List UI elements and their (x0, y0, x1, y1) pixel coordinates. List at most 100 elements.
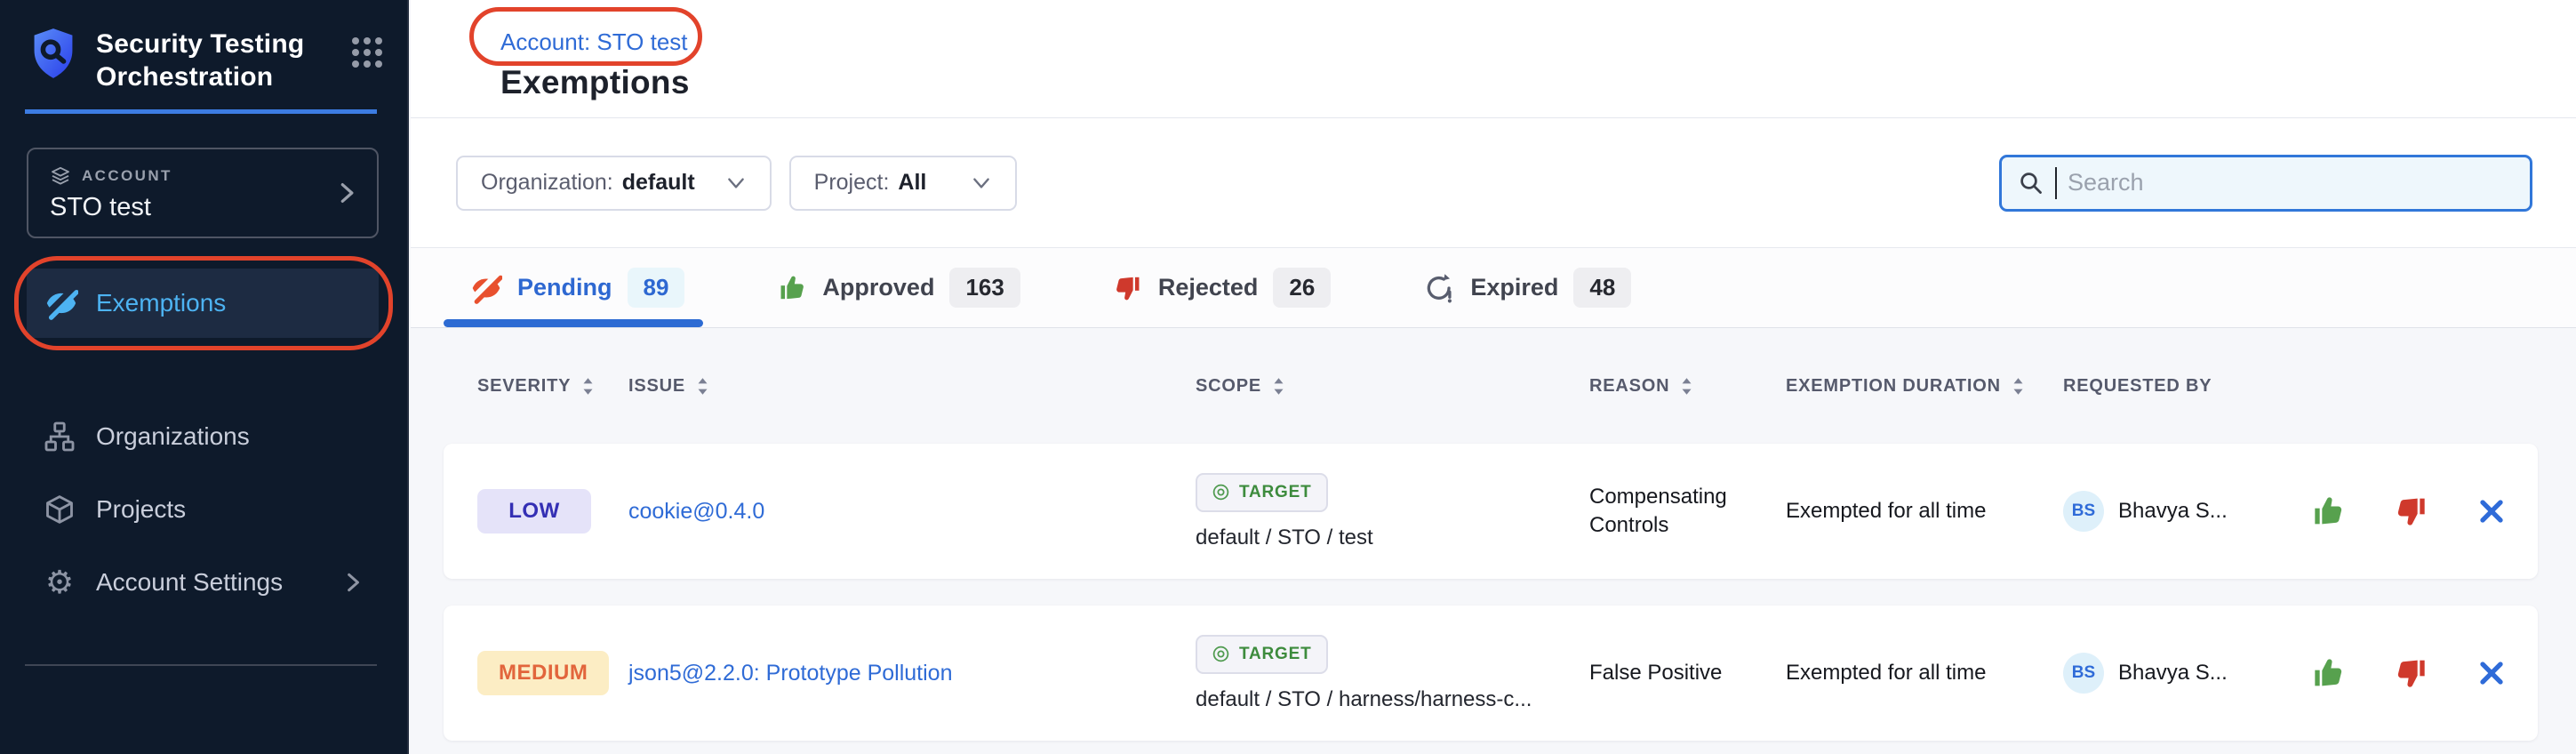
duration-text: Exempted for all time (1786, 661, 2063, 686)
layers-icon (50, 165, 71, 187)
column-header-exemption-duration: EXEMPTION DURATION (1786, 376, 2063, 397)
requested-by-cell: BS Bhavya S... (2063, 491, 2298, 532)
organization-filter-dropdown[interactable]: Organization: default (456, 156, 772, 211)
sidebar-divider (25, 664, 377, 666)
sidebar: Security Testing Orchestration ACCOUNT S… (0, 0, 409, 754)
exemptions-page: { "app": { "title": "Security Testing Or… (0, 0, 2576, 754)
chevron-right-icon[interactable] (334, 180, 359, 205)
app-switcher-grid-icon[interactable] (352, 37, 382, 68)
table-header-row: SEVERITY ISSUE SCOPE REASON EXEMPTION DU… (444, 355, 2538, 417)
reason-text: False Positive (1589, 659, 1785, 687)
sidebar-accent-bar (25, 109, 377, 114)
eye-off-icon (44, 286, 78, 320)
breadcrumb-account-link[interactable]: Account: STO test (500, 28, 688, 56)
search-box[interactable] (1999, 155, 2532, 212)
tab-label: Approved (822, 274, 934, 301)
app-title: Security Testing Orchestration (96, 27, 332, 93)
chevron-down-icon (725, 172, 747, 194)
filter-bar: Organization: default Project: All (411, 118, 2576, 248)
gear-icon: ⚙ (43, 566, 76, 598)
tab-pending[interactable]: Pending 89 (470, 268, 684, 308)
reject-thumb-down-icon[interactable] (2394, 655, 2429, 691)
cube-icon (43, 493, 76, 525)
table-row[interactable]: MEDIUM json5@2.2.0: Prototype Pollution … (444, 606, 2538, 741)
target-icon (1212, 483, 1230, 501)
avatar: BS (2063, 491, 2104, 532)
severity-badge: LOW (477, 489, 591, 533)
target-badge: TARGET (1196, 635, 1328, 674)
sort-icon[interactable] (2012, 378, 2024, 395)
table-row[interactable]: LOW cookie@0.4.0 TARGET default / STO / … (444, 444, 2538, 579)
row-actions (2298, 493, 2506, 529)
active-tab-underline (444, 319, 703, 327)
project-filter-label: Project: (814, 170, 890, 196)
requester-name: Bhavya S... (2118, 499, 2228, 524)
row-actions (2298, 655, 2506, 691)
approve-thumb-up-icon[interactable] (2310, 655, 2346, 691)
requester-name: Bhavya S... (2118, 661, 2228, 686)
tab-count-badge: 48 (1573, 268, 1631, 308)
sto-shield-logo (30, 27, 76, 80)
sidebar-item-label: Projects (96, 495, 186, 524)
search-input[interactable] (2068, 169, 2514, 197)
column-header-requested-by: REQUESTED BY (2063, 376, 2298, 397)
organization-filter-label: Organization: (481, 170, 613, 196)
main-content: Account: STO test Exemptions Organizatio… (411, 0, 2576, 754)
cancel-x-icon[interactable] (2477, 659, 2506, 687)
org-chart-icon (43, 421, 76, 453)
issue-link[interactable]: json5@2.2.0: Prototype Pollution (628, 661, 953, 686)
sort-icon[interactable] (697, 378, 708, 395)
sidebar-item-account-settings[interactable]: ⚙ Account Settings (27, 546, 380, 619)
history-icon (1423, 272, 1455, 304)
sidebar-item-organizations[interactable]: Organizations (27, 400, 380, 473)
column-header-severity: SEVERITY (477, 376, 628, 397)
duration-text: Exempted for all time (1786, 499, 2063, 524)
cancel-x-icon[interactable] (2477, 497, 2506, 525)
sort-icon[interactable] (582, 378, 594, 395)
sidebar-item-label: Exemptions (96, 289, 226, 317)
column-header-scope: SCOPE (1196, 376, 1589, 397)
page-header: Account: STO test Exemptions (411, 0, 2576, 118)
project-filter-dropdown[interactable]: Project: All (789, 156, 1017, 211)
scope-path: default / STO / test (1196, 525, 1589, 550)
issue-link[interactable]: cookie@0.4.0 (628, 499, 764, 524)
severity-badge: MEDIUM (477, 651, 609, 695)
tab-count-badge: 89 (628, 268, 685, 308)
sidebar-item-projects[interactable]: Projects (27, 473, 380, 546)
project-filter-value: All (898, 170, 926, 196)
tab-rejected[interactable]: Rejected 26 (1113, 268, 1331, 308)
sidebar-nav: Organizations Projects ⚙ Account Setting… (0, 400, 407, 619)
tab-approved[interactable]: Approved 163 (777, 268, 1020, 308)
sort-icon[interactable] (1681, 378, 1692, 395)
eye-off-icon (470, 272, 502, 304)
account-scope-card[interactable]: ACCOUNT STO test (27, 148, 379, 238)
column-header-reason: REASON (1589, 376, 1786, 397)
sidebar-header: Security Testing Orchestration (0, 0, 407, 93)
reject-thumb-down-icon[interactable] (2394, 493, 2429, 529)
chevron-down-icon (971, 172, 992, 194)
sort-icon[interactable] (1273, 378, 1284, 395)
tab-label: Expired (1470, 274, 1558, 301)
tab-label: Rejected (1158, 274, 1259, 301)
avatar: BS (2063, 653, 2104, 694)
sidebar-item-label: Organizations (96, 422, 250, 451)
sidebar-item-label: Account Settings (96, 568, 283, 597)
thumb-down-icon (1113, 273, 1143, 303)
tab-count-badge: 26 (1273, 268, 1331, 308)
organization-filter-value: default (622, 170, 695, 196)
tab-count-badge: 163 (949, 268, 1020, 308)
text-cursor (2055, 167, 2057, 199)
sidebar-item-exemptions[interactable]: Exemptions (27, 269, 379, 338)
approve-thumb-up-icon[interactable] (2310, 493, 2346, 529)
scope-cell: TARGET default / STO / harness/harness-c… (1196, 635, 1589, 712)
scope-cell: TARGET default / STO / test (1196, 473, 1589, 550)
account-scope-label: ACCOUNT (82, 167, 172, 185)
target-icon (1212, 645, 1230, 663)
tab-expired[interactable]: Expired 48 (1423, 268, 1631, 308)
target-badge: TARGET (1196, 473, 1328, 512)
scope-path: default / STO / harness/harness-c... (1196, 687, 1589, 712)
reason-text: Compensating Controls (1589, 483, 1785, 539)
exemptions-table: SEVERITY ISSUE SCOPE REASON EXEMPTION DU… (411, 328, 2576, 741)
chevron-right-icon (341, 571, 364, 594)
account-name: STO test (50, 193, 356, 222)
